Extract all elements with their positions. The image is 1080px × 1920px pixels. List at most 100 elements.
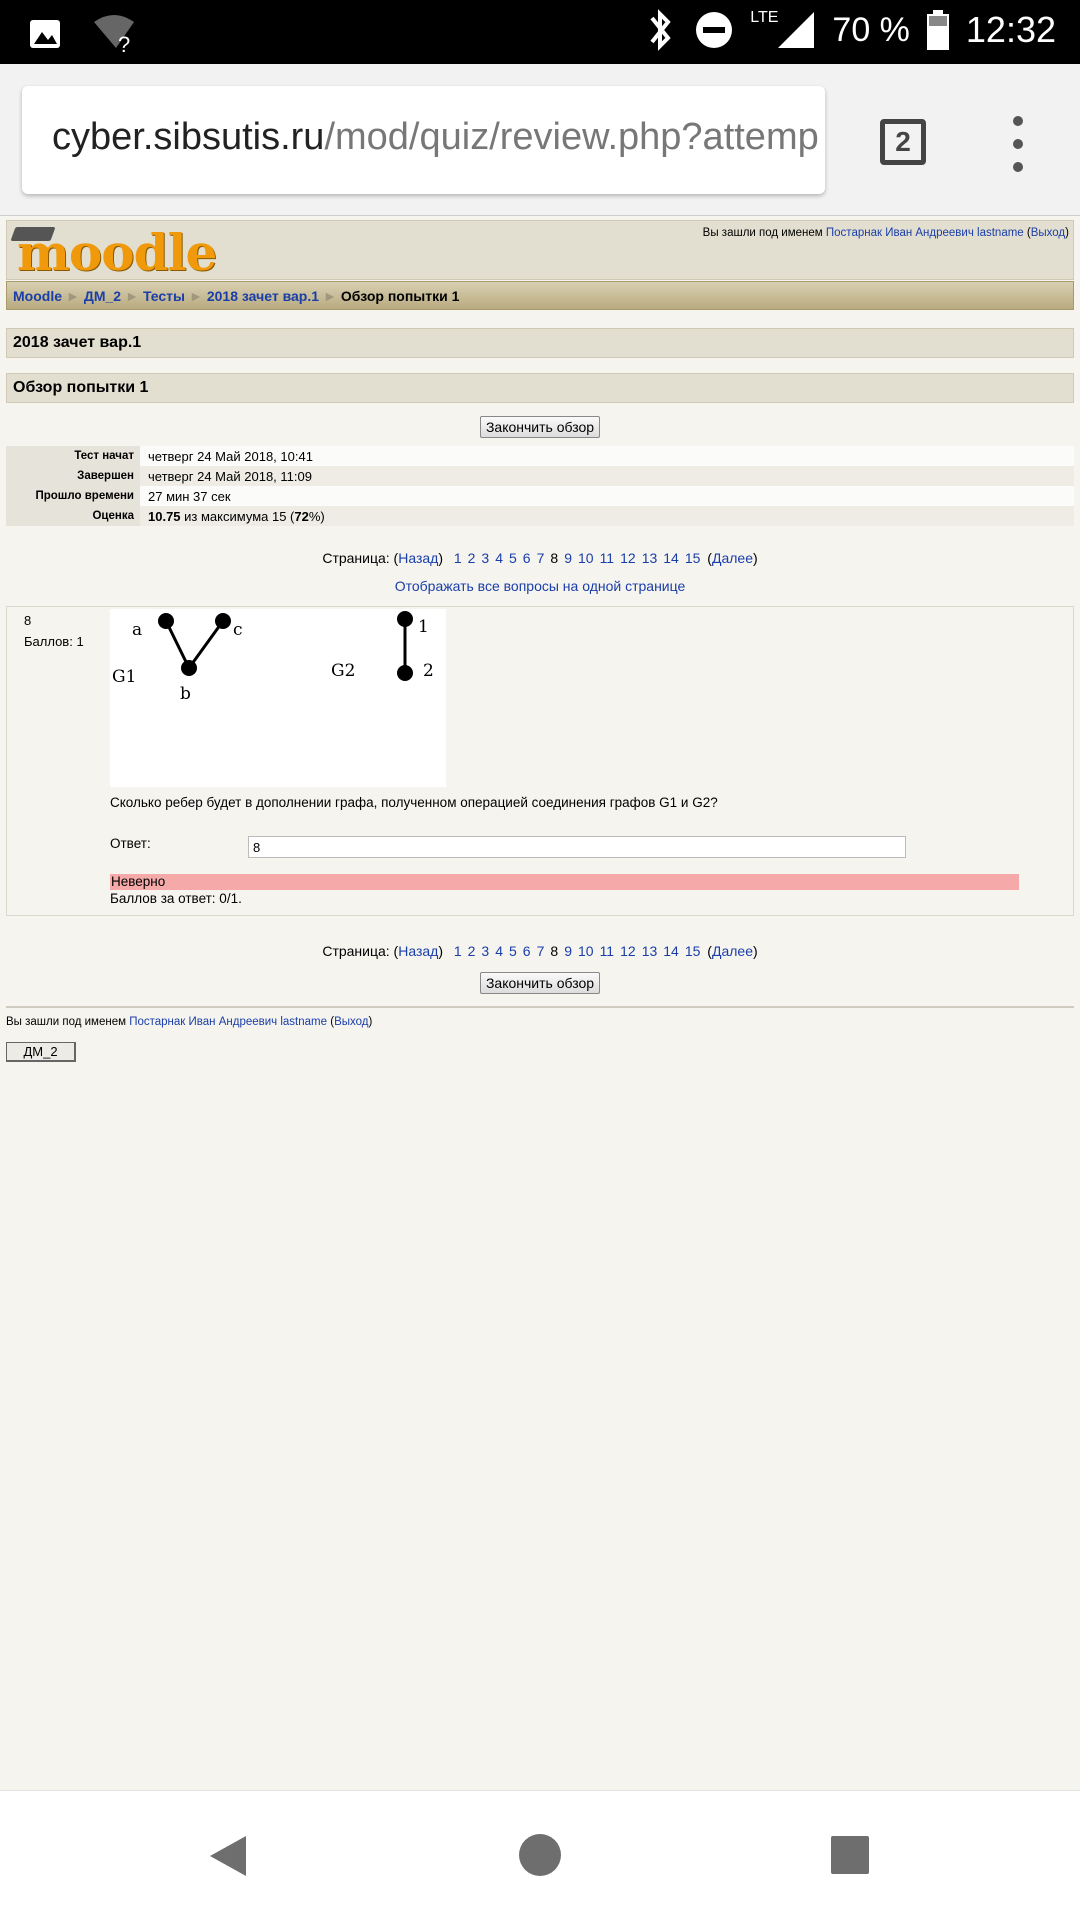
review-title: Обзор попытки 1 (6, 373, 1074, 403)
page-link-15[interactable]: 15 (685, 943, 701, 959)
page-content: moodle Вы зашли под именем Постарнак Ива… (0, 216, 1080, 1790)
page-link-9[interactable]: 9 (564, 550, 572, 566)
label-2: 2 (423, 661, 434, 681)
tab-switcher-button[interactable]: 2 (880, 119, 926, 165)
image-notification-icon (30, 20, 60, 48)
page-link-5[interactable]: 5 (509, 943, 517, 959)
page-link-12[interactable]: 12 (620, 550, 636, 566)
prev-page-link-bottom[interactable]: Назад (398, 943, 438, 959)
page-link-15[interactable]: 15 (685, 550, 701, 566)
question-marks: Баллов: 1 (24, 634, 84, 649)
page-link-5[interactable]: 5 (509, 550, 517, 566)
summary-row-grade: Оценка 10.75 из максимума 15 (72%) (6, 506, 1074, 526)
page-link-13[interactable]: 13 (642, 550, 658, 566)
page-link-11[interactable]: 11 (600, 550, 615, 566)
site-header: moodle Вы зашли под именем Постарнак Ива… (6, 220, 1074, 282)
page-link-7[interactable]: 7 (537, 943, 545, 959)
page-link-4[interactable]: 4 (495, 943, 503, 959)
graph-image: a c b G1 1 2 G2 (110, 609, 446, 787)
finish-review-button[interactable]: Закончить обзор (480, 416, 600, 438)
recents-icon[interactable] (831, 1836, 869, 1874)
clock: 12:32 (965, 9, 1056, 50)
breadcrumb-course[interactable]: ДМ_2 (84, 288, 121, 304)
battery-percent: 70 % (832, 10, 910, 49)
address-bar[interactable]: cyber.sibsutis.ru/mod/quiz/review.php?at… (22, 86, 825, 194)
bluetooth-icon (650, 9, 671, 51)
breadcrumb-moodle[interactable]: Moodle (13, 288, 62, 304)
page-link-3[interactable]: 3 (481, 943, 489, 959)
quiz-title: 2018 зачет вар.1 (6, 328, 1074, 358)
finish-review-button-bottom[interactable]: Закончить обзор (480, 972, 600, 994)
page-link-11[interactable]: 11 (600, 943, 615, 959)
vertex-1 (397, 611, 413, 627)
summary-row-time-taken: Прошло времени 27 мин 37 сек (6, 486, 1074, 506)
prev-page-link[interactable]: Назад (398, 550, 438, 566)
vertex-c (215, 613, 231, 629)
page-link-4[interactable]: 4 (495, 550, 503, 566)
breadcrumb-current: Обзор попытки 1 (340, 288, 460, 304)
vertex-2 (397, 665, 413, 681)
current-page: 8 (550, 550, 559, 566)
signal-icon (778, 12, 815, 48)
question-block: 8 Баллов: 1 a c b G1 1 2 G2 Сколько ребе (6, 606, 1074, 916)
wifi-unknown-icon: ? (94, 15, 134, 54)
moodle-logo[interactable]: moodle (10, 223, 217, 282)
page-link-6[interactable]: 6 (523, 550, 531, 566)
show-all-questions: Отображать все вопросы на одной странице (0, 578, 1080, 594)
user-profile-link[interactable]: Постарнак Иван Андреевич lastname (826, 227, 1024, 239)
login-info-bottom: Вы зашли под именем Постарнак Иван Андре… (6, 1016, 373, 1028)
page-link-3[interactable]: 3 (481, 550, 489, 566)
page-link-7[interactable]: 7 (537, 550, 545, 566)
page-link-1[interactable]: 1 (454, 943, 462, 959)
breadcrumb-quizzes[interactable]: Тесты (143, 288, 185, 304)
page-link-2[interactable]: 2 (468, 550, 476, 566)
edge-c-b (187, 620, 225, 669)
page-link-2[interactable]: 2 (468, 943, 476, 959)
summary-row-completed: Завершен четверг 24 Май 2018, 11:09 (6, 466, 1074, 486)
answer-label: Ответ: (110, 836, 151, 851)
page-link-12[interactable]: 12 (620, 943, 636, 959)
battery-icon (926, 10, 949, 50)
system-navigation-bar (0, 1790, 1080, 1920)
result-feedback: Неверно (110, 874, 1019, 890)
vertex-a (158, 613, 174, 629)
home-icon[interactable] (519, 1834, 561, 1876)
user-profile-link-bottom[interactable]: Постарнак Иван Андреевич lastname (129, 1016, 327, 1028)
page-link-9[interactable]: 9 (564, 943, 572, 959)
answer-field[interactable]: 8 (248, 836, 906, 858)
logout-link-bottom[interactable]: Выход (334, 1016, 368, 1028)
page-link-6[interactable]: 6 (523, 943, 531, 959)
overflow-menu-icon[interactable] (1008, 116, 1028, 172)
login-info-top: Вы зашли под именем Постарнак Иван Андре… (702, 227, 1069, 239)
page-link-10[interactable]: 10 (578, 943, 594, 959)
do-not-disturb-icon (696, 12, 733, 48)
page-link-14[interactable]: 14 (663, 943, 679, 959)
page-navigation-top: Страница: (Назад) 1 2 3 4 5 6 7 8 9 10 11 12 13 14 15 … (322, 550, 758, 566)
breadcrumb-quiz[interactable]: 2018 зачет вар.1 (207, 288, 319, 304)
summary-row-started: Тест начат четверг 24 Май 2018, 10:41 (6, 446, 1074, 466)
url-path: /mod/quiz/review.php?attemp (324, 116, 819, 158)
next-page-link[interactable]: Далее (712, 550, 753, 566)
label-g2: G2 (331, 661, 355, 681)
current-page: 8 (550, 943, 559, 959)
label-c: c (233, 620, 243, 640)
show-all-questions-link[interactable]: Отображать все вопросы на одной странице (395, 578, 686, 594)
next-page-link-bottom[interactable]: Далее (712, 943, 753, 959)
svg-text:?: ? (118, 32, 130, 54)
label-g1: G1 (112, 667, 136, 687)
breadcrumb: Moodle ► ДМ_2 ► Тесты ► 2018 зачет вар.1 ► Обзор… (6, 281, 1074, 310)
network-type: LTE (750, 9, 779, 26)
page-link-1[interactable]: 1 (454, 550, 462, 566)
label-b: b (180, 684, 191, 704)
label-a: a (132, 620, 142, 640)
page-link-14[interactable]: 14 (663, 550, 679, 566)
page-navigation-bottom: Страница: (Назад) 1 2 3 4 5 6 7 8 9 10 11 12 13 14 15 … (322, 943, 758, 959)
course-button[interactable]: ДМ_2 (6, 1042, 76, 1062)
page-link-13[interactable]: 13 (642, 943, 658, 959)
vertex-b (181, 660, 197, 676)
label-1: 1 (418, 617, 429, 637)
logout-link[interactable]: Выход (1031, 227, 1065, 239)
footer-divider (6, 1006, 1074, 1008)
back-icon[interactable] (210, 1836, 246, 1876)
page-link-10[interactable]: 10 (578, 550, 594, 566)
